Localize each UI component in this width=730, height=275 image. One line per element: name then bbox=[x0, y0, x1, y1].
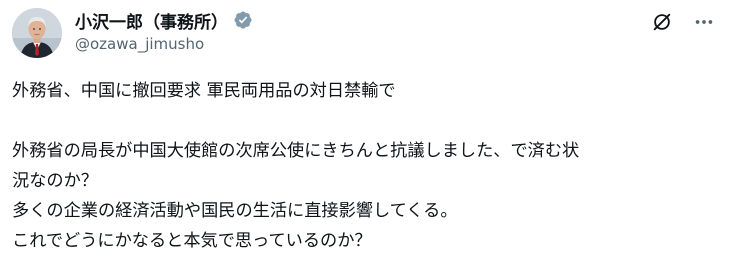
more-horizontal-icon[interactable] bbox=[690, 8, 718, 36]
post-text-line: 多くの企業の経済活動や国民の生活に直接影響してくる。 bbox=[12, 201, 458, 221]
verified-badge-icon[interactable] bbox=[233, 10, 253, 30]
post-text-line: 外務省、中国に撤回要求 軍民両用品の対日禁輸で bbox=[12, 81, 396, 101]
post-text-line: 外務省の局長が中国大使館の次席公使にきちんと抗議しました、で済む状 bbox=[12, 141, 580, 161]
post-body-text: 外務省、中国に撤回要求 軍民両用品の対日禁輸で 外務省の局長が中国大使館の次席公… bbox=[12, 76, 718, 256]
avatar[interactable] bbox=[12, 8, 62, 58]
author-handle[interactable]: @ozawa_jimusho bbox=[75, 35, 204, 53]
post-text-line: これでどうにかなると本気で思っているのか？ bbox=[12, 231, 372, 251]
author-name-row: 小沢一郎（事務所） bbox=[75, 8, 253, 33]
author-display-name[interactable]: 小沢一郎（事務所） bbox=[75, 8, 228, 33]
post-text-line-blank bbox=[12, 106, 718, 136]
grok-slash-icon[interactable] bbox=[648, 8, 676, 36]
post-text-line: 況なのか？ bbox=[12, 171, 98, 191]
post-card: 小沢一郎（事務所） @ozawa_jimusho 外務省、中国に撤回要求 軍民両… bbox=[0, 0, 730, 275]
avatar-portrait-icon bbox=[12, 8, 62, 58]
post-top-actions bbox=[648, 8, 718, 36]
